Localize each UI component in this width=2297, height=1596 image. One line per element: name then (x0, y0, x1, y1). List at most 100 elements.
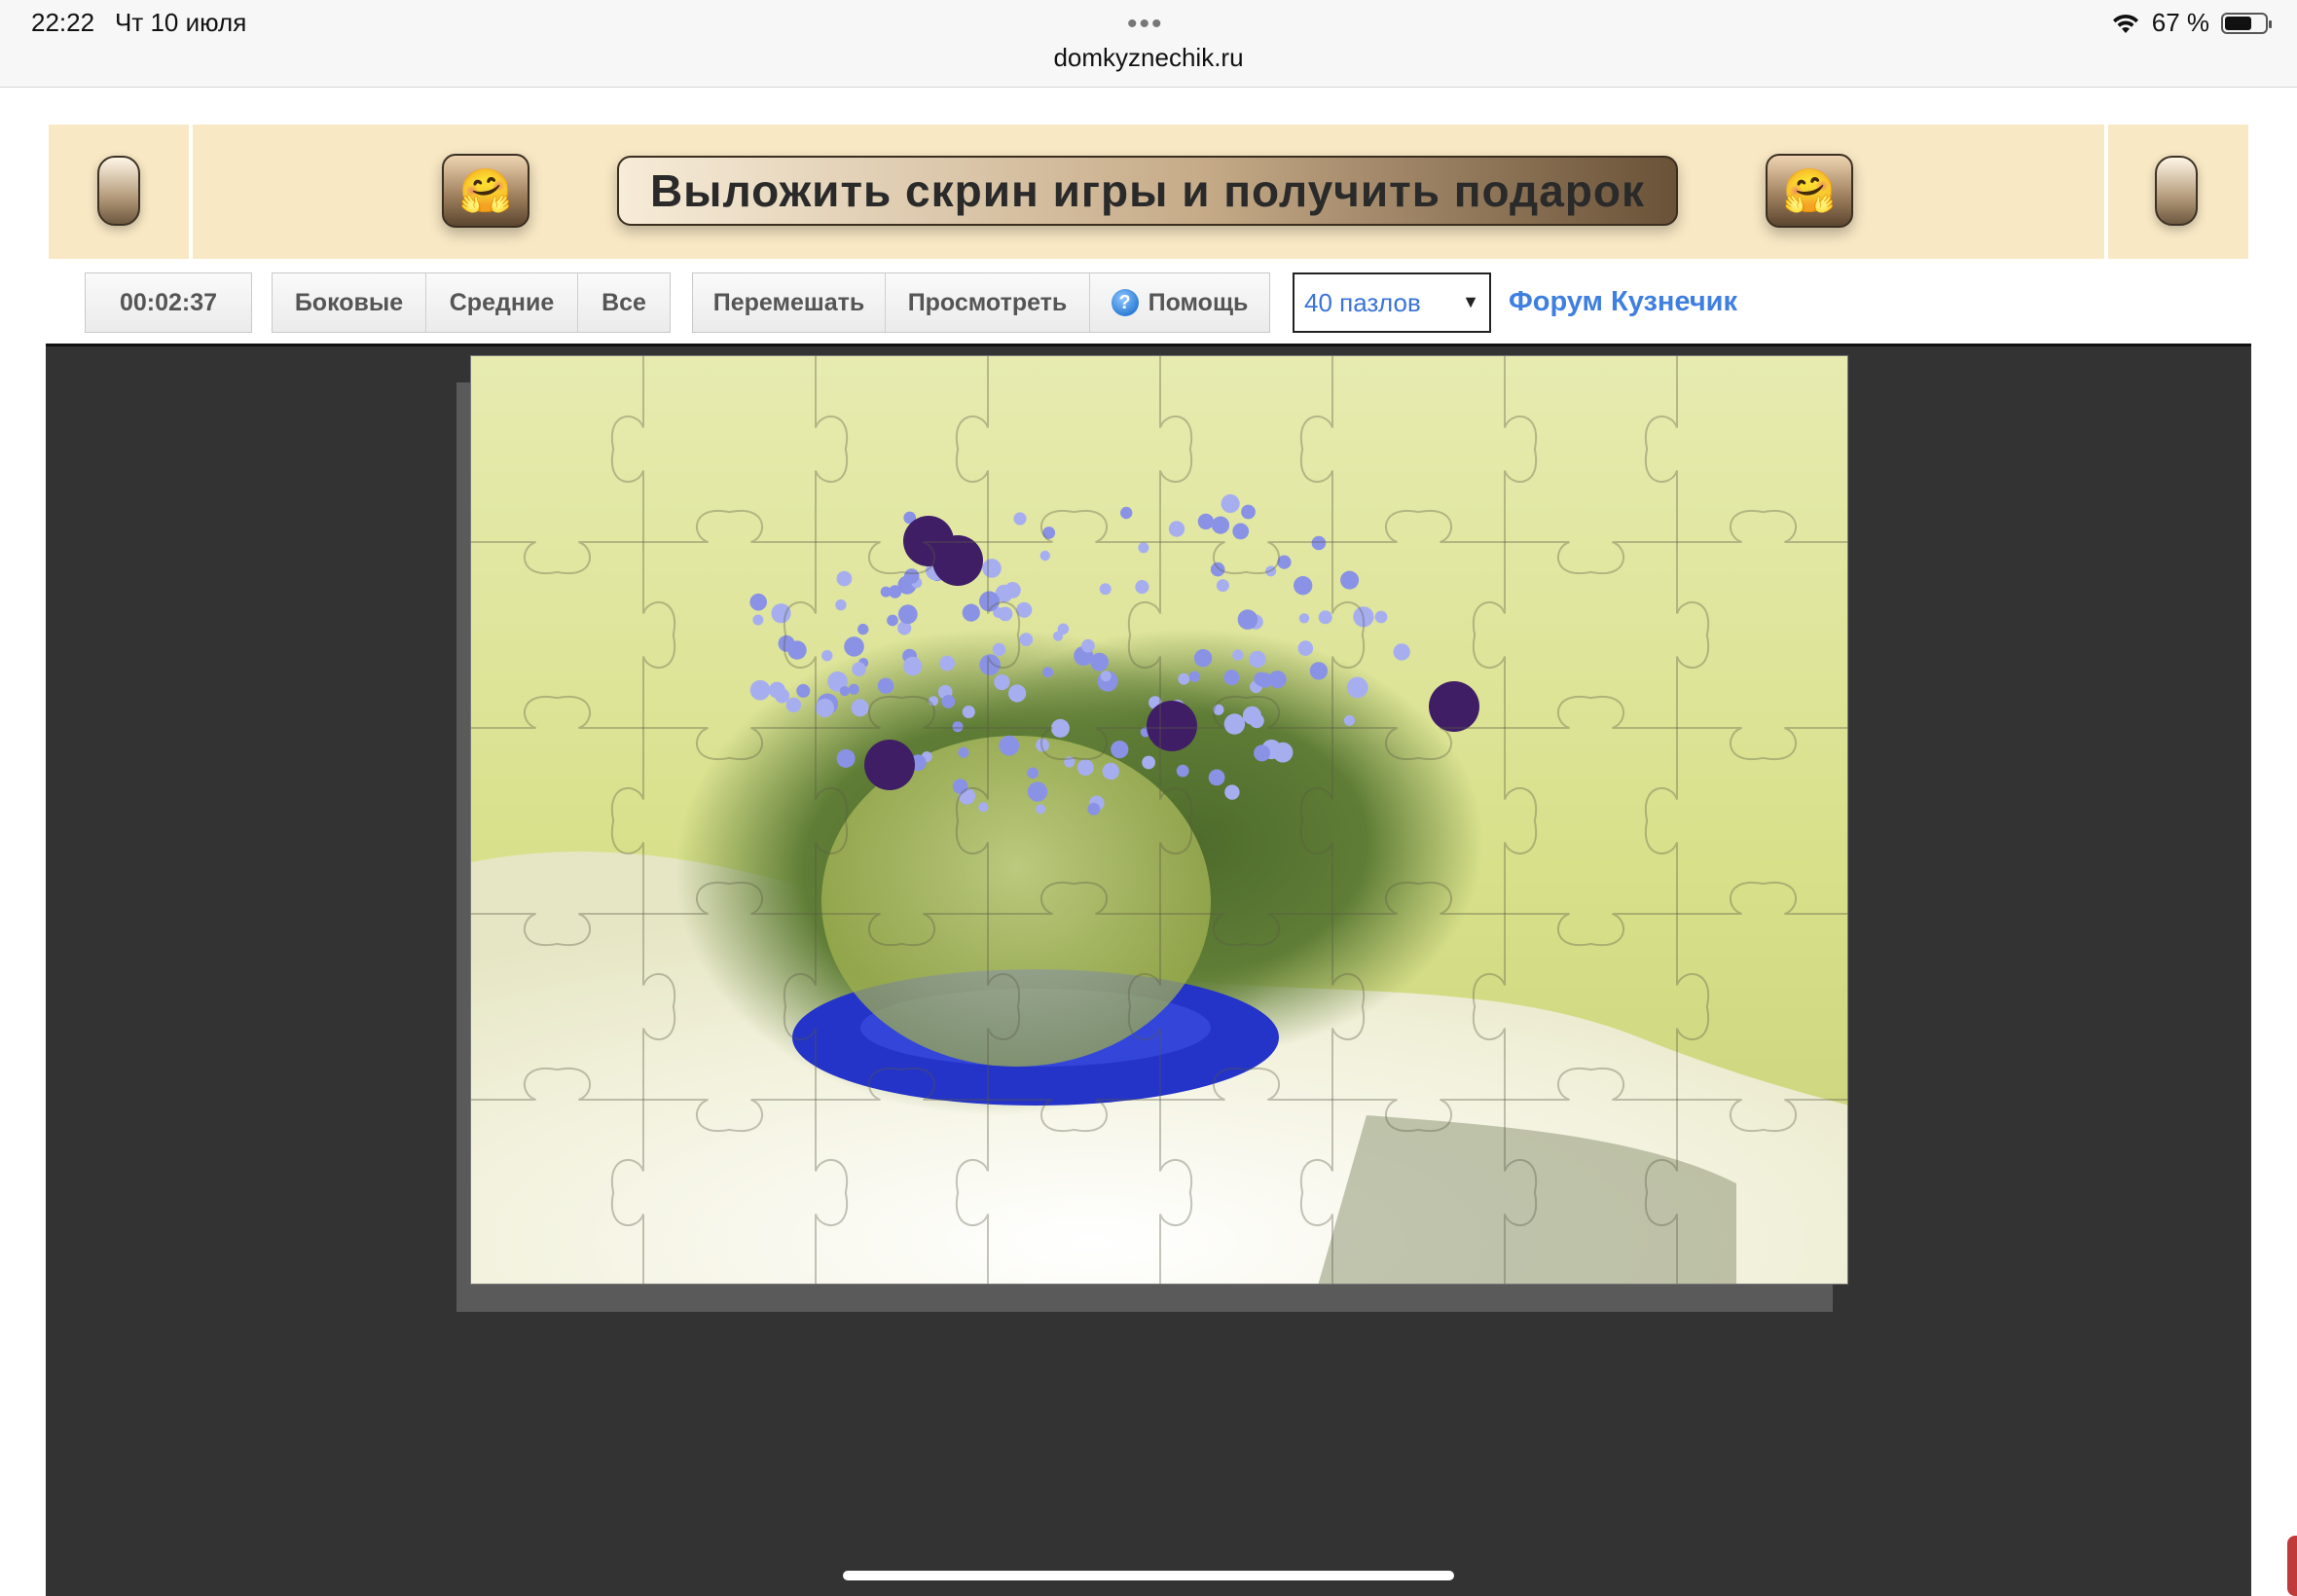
flower (1210, 562, 1225, 577)
flower (1249, 650, 1266, 669)
flower (1340, 570, 1360, 590)
flower (796, 683, 811, 698)
flower (1135, 580, 1149, 595)
flower (1081, 638, 1095, 653)
flower (1197, 513, 1215, 530)
flower (1120, 506, 1133, 520)
flower (1346, 676, 1368, 699)
flower (1168, 521, 1185, 537)
flower (1076, 759, 1094, 777)
flower (836, 748, 856, 768)
flower (1099, 583, 1112, 596)
puzzle-picture (471, 356, 1847, 1284)
status-time: 22:22 (31, 8, 95, 37)
flower (877, 677, 894, 694)
help-button-label: Помощь (1148, 288, 1249, 316)
flower (979, 654, 1001, 675)
flower (1039, 550, 1050, 562)
flower (851, 699, 869, 717)
game-toolbar: 00:02:37 Боковые Средние Все Перемешать … (49, 269, 2248, 337)
forum-link[interactable]: Форум Кузнечик (1509, 286, 1737, 318)
filter-edge-button[interactable]: Боковые (273, 273, 426, 332)
flower (1090, 652, 1110, 671)
hugging-face-icon[interactable]: 🤗 (1766, 154, 1853, 228)
flower (1008, 684, 1027, 703)
flower (1087, 802, 1101, 816)
status-indicators: 67 % (2111, 8, 2272, 38)
flower (774, 688, 790, 704)
flower (992, 642, 1006, 657)
flower (1297, 640, 1314, 656)
timer-display: 00:02:37 (85, 272, 252, 333)
side-tab[interactable] (2287, 1536, 2297, 1596)
banner-left-pill (97, 156, 140, 226)
flower (815, 698, 834, 718)
multitask-dots-icon[interactable]: ••• (1127, 8, 1164, 41)
dropdown-arrow-icon: ▼ (1462, 292, 1479, 311)
banner-right-pill (2155, 156, 2198, 226)
flower (897, 604, 918, 625)
flower (1050, 718, 1070, 738)
flower (1309, 662, 1329, 680)
preview-button[interactable]: Просмотреть (886, 273, 1090, 332)
flower (941, 695, 956, 708)
flower (903, 656, 923, 676)
status-date: Чт 10 июля (115, 8, 247, 37)
flower (752, 614, 764, 626)
flower (1318, 610, 1332, 625)
filter-middle-button[interactable]: Средние (426, 273, 578, 332)
flower (1013, 512, 1027, 526)
flower (1027, 767, 1039, 780)
pieces-count-select[interactable]: 40 пазлов ▼ (1293, 272, 1491, 333)
flower (821, 650, 833, 662)
flower (982, 559, 1002, 578)
flower (749, 593, 767, 611)
flower (1019, 633, 1034, 646)
banner-divider (2104, 125, 2108, 259)
battery-icon (2221, 12, 2272, 34)
flower (1224, 784, 1240, 800)
flower (1102, 762, 1119, 780)
flower (1254, 744, 1271, 762)
flower (1142, 755, 1155, 770)
help-icon: ? (1111, 289, 1139, 316)
flower (1294, 576, 1313, 596)
address-bar-url[interactable]: domkyznechik.ru (0, 43, 2297, 73)
flower (1242, 706, 1261, 725)
flower (1176, 764, 1189, 778)
flower (978, 802, 989, 813)
flower (835, 598, 847, 611)
flower (880, 586, 892, 598)
help-button[interactable]: ? Помощь (1090, 273, 1269, 332)
flower (857, 623, 869, 635)
assembled-puzzle-image[interactable] (470, 355, 1848, 1285)
share-screenshot-button[interactable]: Выложить скрин игры и получить подарок (617, 156, 1678, 226)
flower (1221, 493, 1240, 514)
flower (962, 603, 980, 622)
home-indicator[interactable] (843, 1571, 1454, 1580)
flower (1057, 623, 1070, 635)
flower (1374, 610, 1388, 624)
flower (958, 746, 969, 758)
battery-fill (2225, 16, 2251, 30)
flower (839, 686, 850, 697)
flower (1393, 643, 1410, 661)
promo-banner: 🤗 Выложить скрин игры и получить подарок… (49, 125, 2248, 259)
flower (1100, 671, 1112, 682)
flower (1223, 713, 1246, 735)
flower (848, 683, 859, 695)
flower (952, 779, 968, 794)
flower (994, 673, 1010, 691)
flower (939, 655, 955, 671)
flower (749, 679, 771, 701)
filter-all-button[interactable]: Все (578, 273, 670, 332)
flower (1216, 579, 1229, 593)
flower (1211, 516, 1230, 534)
flower (962, 706, 975, 718)
flower (778, 635, 795, 652)
flower (1343, 714, 1355, 726)
shuffle-button[interactable]: Перемешать (693, 273, 886, 332)
banner-divider (189, 125, 193, 259)
flower (1254, 671, 1268, 686)
hugging-face-icon[interactable]: 🤗 (442, 154, 529, 228)
